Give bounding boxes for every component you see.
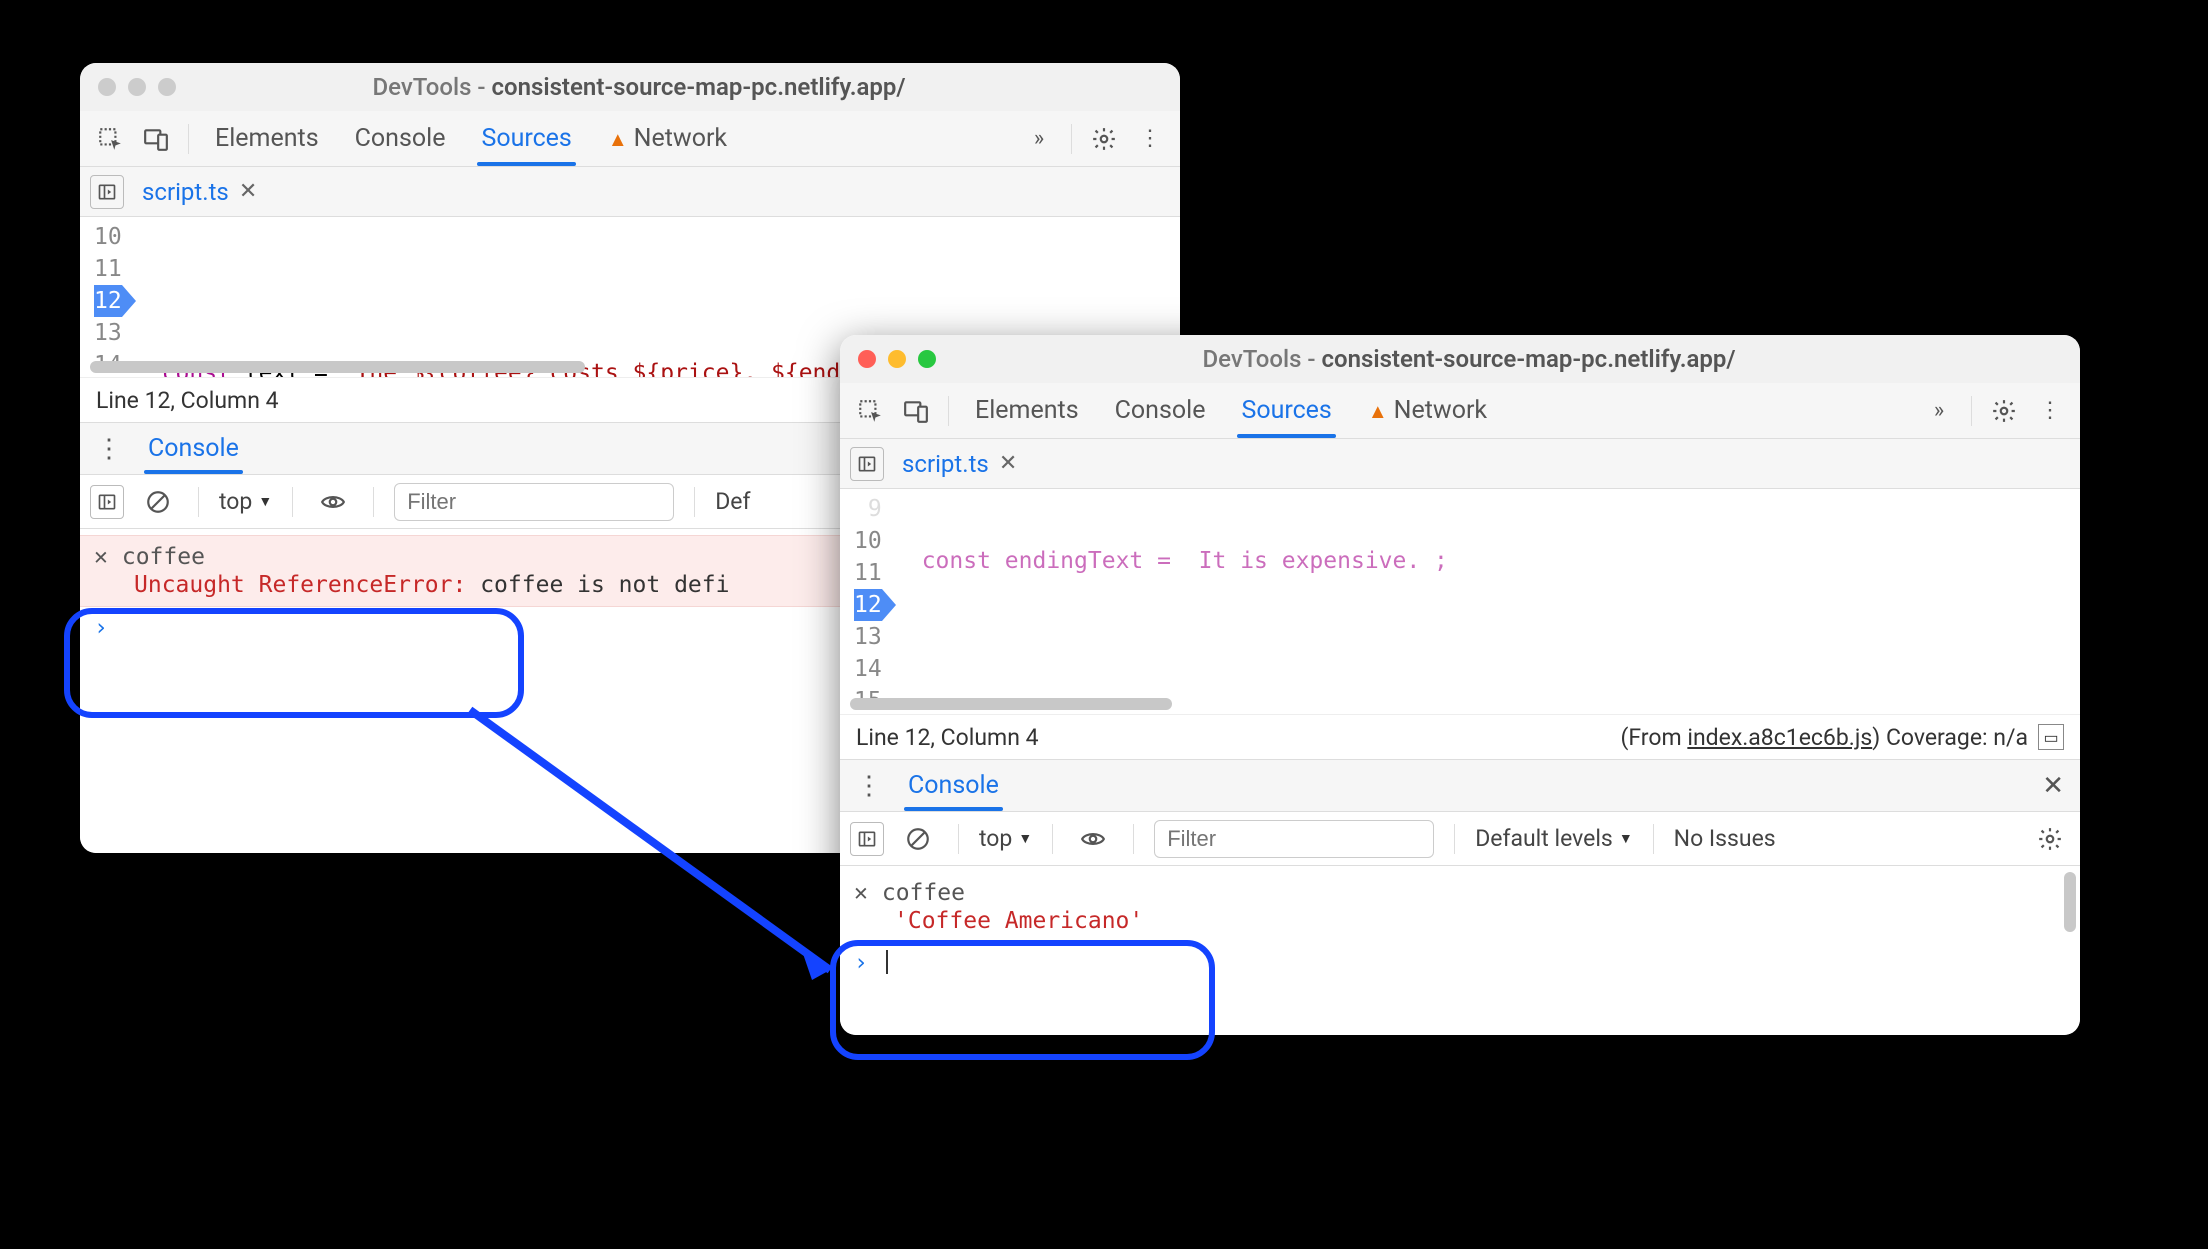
tab-console[interactable]: Console [351,112,450,165]
cursor-position: Line 12, Column 4 [96,387,279,414]
cursor-position: Line 12, Column 4 [856,724,1039,751]
clear-console-icon[interactable] [138,482,178,522]
file-tabs: script.ts✕ [80,167,1180,217]
devtools-tabs: Elements Console Sources Network » ⋮ [840,383,2080,439]
arrow-annotation [450,690,880,1020]
show-navigator-icon[interactable] [90,175,124,209]
settings-icon[interactable] [1984,391,2024,431]
horizontal-scrollbar[interactable] [90,361,585,373]
devtools-window-b: DevTools - consistent-source-map-pc.netl… [840,335,2080,1035]
tab-console[interactable]: Console [1111,384,1210,437]
drawer-menu-icon[interactable]: ⋮ [90,434,128,464]
close-dot[interactable] [98,78,116,96]
clear-console-icon[interactable] [898,819,938,859]
kebab-icon[interactable]: ⋮ [1130,119,1170,159]
tab-network[interactable]: Network [604,112,731,165]
zoom-dot[interactable] [918,350,936,368]
console-eval-row: ✕coffee 'Coffee Americano' [840,872,2080,942]
status-bar: Line 12, Column 4 (From index.a8c1ec6b.j… [840,714,2080,760]
coverage-icon[interactable]: ▭ [2038,724,2064,750]
live-expression-icon[interactable] [1073,819,1113,859]
kebab-icon[interactable]: ⋮ [2030,391,2070,431]
console-drawer-header: ⋮ Console ✕ [840,760,2080,812]
log-levels[interactable]: Def [715,488,750,515]
minimize-dot[interactable] [888,350,906,368]
traffic-lights [858,350,936,368]
minimize-dot[interactable] [128,78,146,96]
console-settings-icon[interactable] [2030,819,2070,859]
vertical-scrollbar[interactable] [2064,872,2076,932]
console-sidebar-icon[interactable] [90,485,124,519]
traffic-lights [98,78,176,96]
inspect-icon[interactable] [850,391,890,431]
tab-elements[interactable]: Elements [211,112,323,165]
line-gutter: 10 11 12 13 14 [80,217,132,377]
tab-sources[interactable]: Sources [477,112,575,165]
filter-input[interactable] [394,483,674,521]
context-selector[interactable]: top ▼ [979,825,1032,852]
device-icon[interactable] [136,119,176,159]
no-issues[interactable]: No Issues [1674,825,1776,852]
eval-expression: coffee [882,880,965,906]
close-file-icon[interactable]: ✕ [999,451,1017,476]
tab-elements[interactable]: Elements [971,384,1083,437]
console-toolbar: top ▼ Default levels ▼ No Issues [840,812,2080,866]
close-drawer-icon[interactable]: ✕ [2042,771,2070,801]
filter-input[interactable] [1154,820,1434,858]
console-drawer-tab[interactable]: Console [904,761,1003,810]
zoom-dot[interactable] [158,78,176,96]
eval-result: 'Coffee Americano' [854,908,2066,934]
window-title: DevTools - consistent-source-map-pc.netl… [176,73,1162,101]
close-file-icon[interactable]: ✕ [239,179,257,204]
code-lines: const endingText = It is expensive. ; co… [892,489,2080,714]
source-map-link[interactable]: index.a8c1ec6b.js [1687,724,1872,751]
more-tabs-icon[interactable]: » [1019,119,1059,159]
file-tab-script[interactable]: script.ts✕ [134,174,265,210]
error-expression: coffee [122,544,205,570]
tab-network[interactable]: Network [1364,384,1491,437]
window-title: DevTools - consistent-source-map-pc.netl… [936,345,2062,373]
devtools-tabs: Elements Console Sources Network » ⋮ [80,111,1180,167]
source-map-info: (From index.a8c1ec6b.js) Coverage: n/a ▭ [1621,724,2065,751]
show-navigator-icon[interactable] [850,447,884,481]
error-icon: ✕ [94,544,108,570]
console-prompt[interactable]: › [840,942,2080,984]
code-editor[interactable]: 9 10 11 12 13 14 15 const endingText = I… [840,489,2080,714]
inspect-icon[interactable] [90,119,130,159]
titlebar: DevTools - consistent-source-map-pc.netl… [840,335,2080,383]
device-icon[interactable] [896,391,936,431]
file-tab-script[interactable]: script.ts✕ [894,446,1025,482]
file-tabs: script.ts✕ [840,439,2080,489]
more-tabs-icon[interactable]: » [1919,391,1959,431]
live-expression-icon[interactable] [313,482,353,522]
close-dot[interactable] [858,350,876,368]
console-output[interactable]: ✕coffee 'Coffee Americano' › [840,866,2080,1035]
tab-sources[interactable]: Sources [1237,384,1335,437]
titlebar: DevTools - consistent-source-map-pc.netl… [80,63,1180,111]
context-selector[interactable]: top ▼ [219,488,272,515]
settings-icon[interactable] [1084,119,1124,159]
log-levels[interactable]: Default levels ▼ [1475,825,1632,852]
horizontal-scrollbar[interactable] [850,698,1172,710]
line-gutter: 9 10 11 12 13 14 15 [840,489,892,714]
console-drawer-tab[interactable]: Console [144,424,243,473]
